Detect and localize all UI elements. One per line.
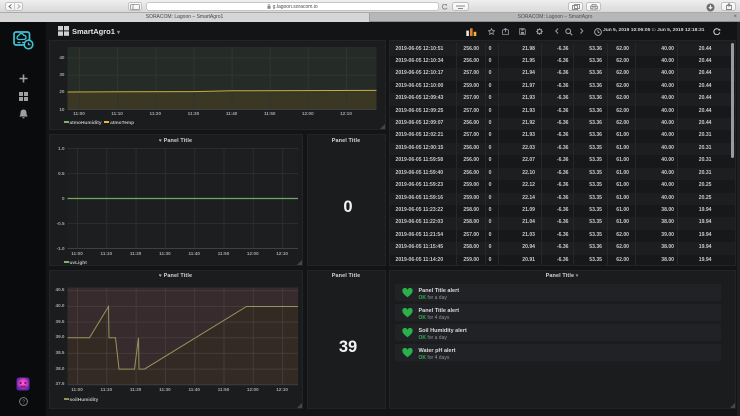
svg-text:?: ?	[22, 399, 25, 405]
